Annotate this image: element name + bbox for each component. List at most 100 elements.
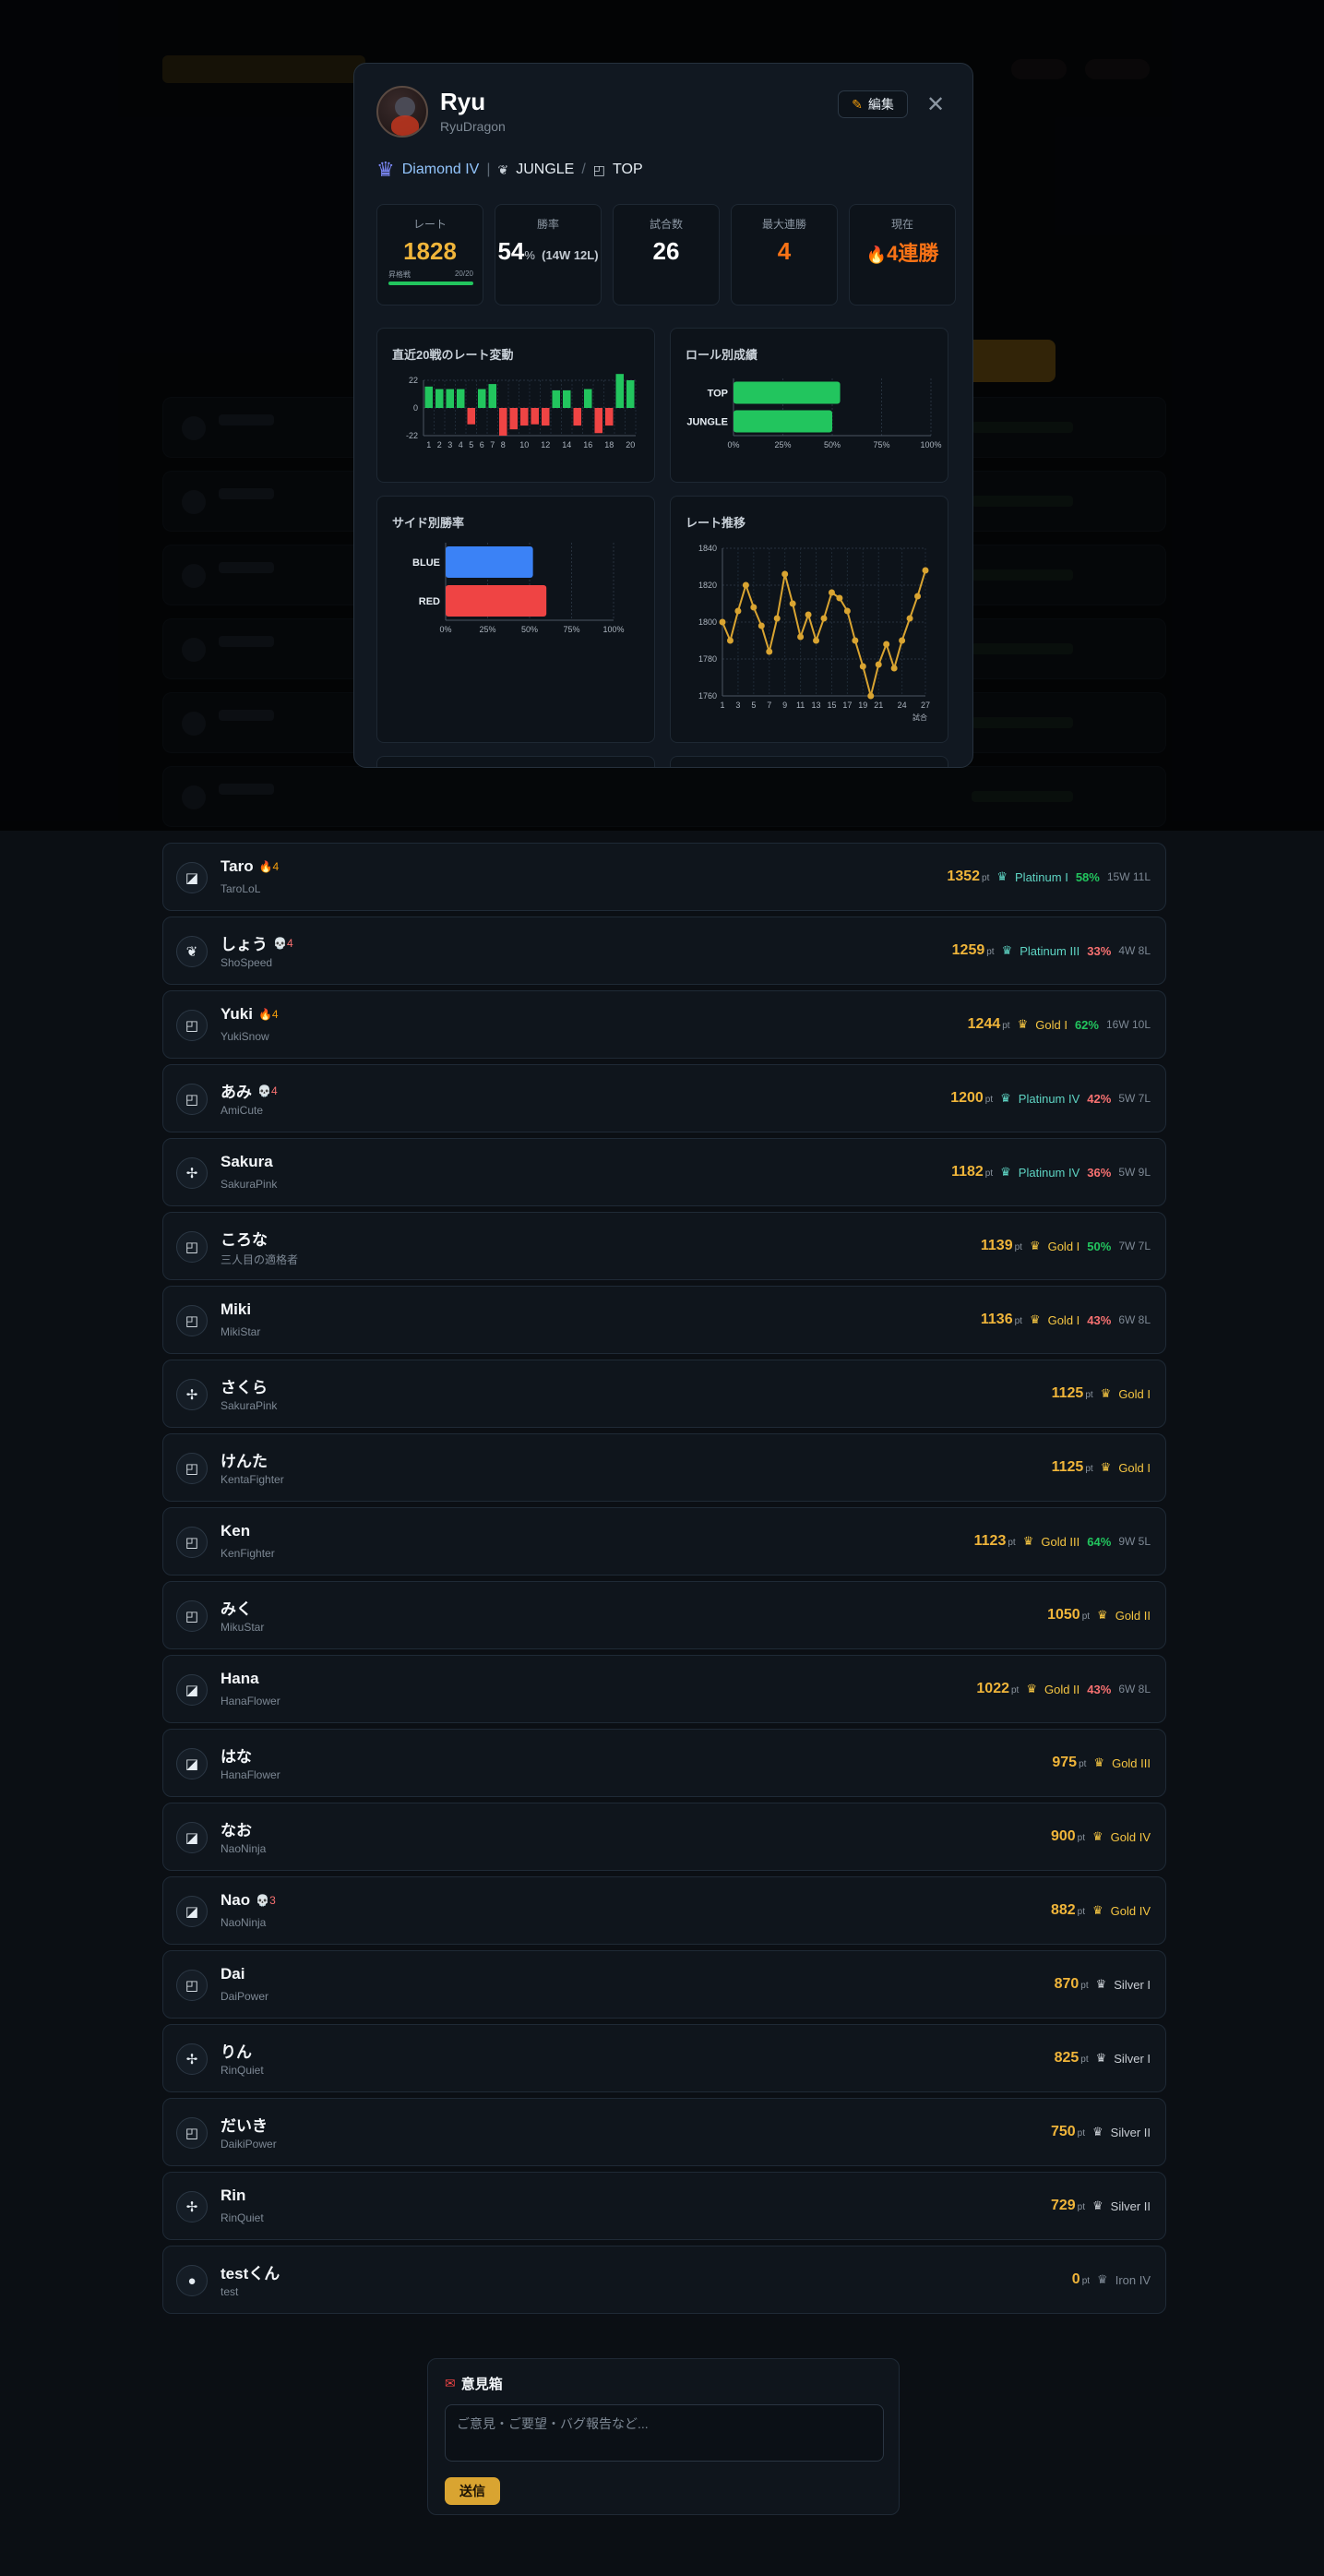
points-value: 870 [1054, 1976, 1079, 1992]
x-tick-label: 0% [439, 625, 451, 634]
data-point [781, 570, 789, 578]
role-glyph: ◰ [185, 1978, 199, 1994]
tier-crest-icon: ♛ [1022, 1534, 1034, 1548]
win-loss-record: 9W 5L [1118, 1535, 1151, 1548]
tier-crest-icon: ♛ [996, 869, 1008, 883]
player-row[interactable]: ◰ みく MikuStar 1050 pt ♛ Gold II [162, 1581, 1166, 1649]
player-row[interactable]: ◰ Miki MikiStar 1136 pt ♛ Gold I 43% 6W 8L [162, 1286, 1166, 1354]
tier-crest-icon: ♛ [1093, 1755, 1105, 1769]
player-name: testくん [221, 2265, 280, 2282]
tier-name: Gold II [1044, 1682, 1080, 1696]
role-icon: ◰ [176, 1527, 208, 1558]
points-unit: pt [1080, 1981, 1089, 1991]
player-row[interactable]: ◪ Hana HanaFlower 1022 pt ♛ Gold II 43% 6W 8L [162, 1655, 1166, 1723]
streak-badge: 🔥4 [259, 860, 280, 873]
player-row[interactable]: ◰ ころな 三人目の適格者 1139 pt ♛ Gold I 50% 7W 7L [162, 1212, 1166, 1280]
player-row[interactable]: ✢ さくら SakuraPink 1125 pt ♛ Gold I [162, 1360, 1166, 1428]
player-points: 0 pt [1072, 2271, 1090, 2288]
close-button[interactable]: ✕ [923, 91, 948, 117]
points-value: 1244 [967, 1016, 1001, 1032]
category-label: BLUE [412, 557, 440, 569]
streak-count: 4 [272, 860, 280, 873]
x-tick-label: 100% [920, 440, 941, 449]
x-tick-label: 13 [812, 701, 821, 710]
player-name-line: なお [221, 1817, 252, 1840]
points-unit: pt [1077, 2202, 1085, 2212]
role-glyph: ◰ [185, 1092, 199, 1108]
player-name-line: しょう 💀4 [221, 931, 293, 954]
role-glyph: ◰ [185, 1018, 199, 1034]
player-row[interactable]: ◰ あみ 💀4 AmiCute 1200 pt ♛ Platinum IV 42% 5W 7L [162, 1064, 1166, 1132]
player-name-line: はな [221, 1743, 252, 1767]
tier-name: Gold III [1041, 1534, 1080, 1549]
player-stats: 1182 pt ♛ Platinum IV 36% 5W 9L [951, 1164, 1151, 1180]
x-tick-label: 0% [727, 440, 739, 449]
points-unit: pt [1010, 1685, 1020, 1695]
bar [734, 381, 841, 404]
player-name: だいき [221, 2117, 268, 2135]
role-glyph: ❦ [185, 944, 198, 960]
player-row[interactable]: ◰ Yuki 🔥4 YukiSnow 1244 pt ♛ Gold I 62% 16W 10L [162, 990, 1166, 1059]
data-point [773, 615, 781, 622]
player-row[interactable]: ◪ Taro 🔥4 TaroLoL 1352 pt ♛ Platinum I 58% 15W 11… [162, 843, 1166, 911]
x-tick-label: 25% [774, 440, 791, 449]
stat-winrate: 勝率 54% (14W 12L) [495, 204, 602, 306]
promo-progress-text: 昇格戦 20/20 [388, 270, 473, 280]
role-glyph: ✢ [185, 1387, 198, 1403]
player-row[interactable]: ◰ だいき DaikiPower 750 pt ♛ Silver II [162, 2098, 1166, 2166]
x-tick-label: 25% [479, 625, 495, 634]
points-unit: pt [1014, 1316, 1022, 1326]
feedback-submit-button[interactable]: 送信 [445, 2477, 500, 2505]
skull-icon: 💀 [256, 1894, 270, 1907]
player-row[interactable]: ◰ Ken KenFighter 1123 pt ♛ Gold III 64% 9W 5L [162, 1507, 1166, 1576]
stat-label: 勝率 [536, 218, 559, 231]
panel-peek [670, 756, 948, 767]
user-avatar: ● [176, 2265, 208, 2296]
player-row[interactable]: ◪ はな HanaFlower 975 pt ♛ Gold III [162, 1729, 1166, 1797]
player-row[interactable]: ❦ しょう 💀4 ShoSpeed 1259 pt ♛ Platinum III 33% 4W 8… [162, 917, 1166, 985]
bar [446, 546, 533, 578]
edit-button[interactable]: ✎ 編集 [838, 90, 908, 118]
player-row[interactable]: ◰ Dai DaiPower 870 pt ♛ Silver I [162, 1950, 1166, 2019]
role-glyph: ✢ [185, 1166, 198, 1181]
player-points: 750 pt [1051, 2124, 1085, 2140]
data-point [906, 615, 913, 622]
data-point [843, 607, 851, 615]
role-icon: ◪ [176, 1896, 208, 1927]
player-name: Hana [221, 1670, 259, 1687]
player-row[interactable]: ◪ なお NaoNinja 900 pt ♛ Gold IV [162, 1803, 1166, 1871]
pencil-icon: ✎ [852, 96, 863, 112]
player-row[interactable]: ● testくん test 0 pt ♛ Iron IV [162, 2246, 1166, 2314]
data-point [836, 594, 843, 602]
x-tick-label: 1 [426, 440, 431, 449]
feedback-input[interactable] [445, 2404, 884, 2462]
player-handle: RyuDragon [440, 119, 506, 134]
data-point [742, 581, 749, 589]
win-loss-record: 4W 8L [1118, 944, 1151, 957]
player-row[interactable]: ✢ Rin RinQuiet 729 pt ♛ Silver II [162, 2172, 1166, 2240]
streak-count: 3 [269, 1894, 276, 1907]
role-glyph: ◰ [185, 1461, 199, 1477]
player-row[interactable]: ◰ けんた KentaFighter 1125 pt ♛ Gold I [162, 1433, 1166, 1502]
points-unit: pt [1085, 1464, 1093, 1474]
x-tick-label: 19 [858, 701, 867, 710]
tier-crest-icon: ♛ [1092, 2199, 1103, 2212]
player-points: 1125 pt [1052, 1385, 1093, 1402]
bar [446, 389, 454, 408]
player-stats: 1050 pt ♛ Gold II [1047, 1607, 1151, 1623]
data-point [805, 611, 812, 618]
bar [467, 408, 475, 425]
player-points: 1244 pt [968, 1016, 1010, 1033]
category-label: JUNGLE [686, 417, 728, 428]
x-tick-label: 16 [583, 440, 592, 449]
data-point [828, 589, 835, 596]
player-stats: 1352 pt ♛ Platinum I 58% 15W 11L [947, 869, 1151, 885]
tier-name: Gold I [1035, 1017, 1068, 1032]
player-points: 882 pt [1051, 1902, 1085, 1919]
player-name-line: Dai [221, 1965, 245, 1983]
player-row[interactable]: ✢ りん RinQuiet 825 pt ♛ Silver I [162, 2024, 1166, 2092]
player-row[interactable]: ◪ Nao 💀3 NaoNinja 882 pt ♛ Gold IV [162, 1876, 1166, 1945]
x-tick-label: 7 [767, 701, 771, 710]
stat-cards: レート 1828 昇格戦 20/20 勝率 54% (14W 12L) 試合数 … [376, 204, 956, 306]
player-row[interactable]: ✢ Sakura SakuraPink 1182 pt ♛ Platinum IV 36% 5W… [162, 1138, 1166, 1206]
